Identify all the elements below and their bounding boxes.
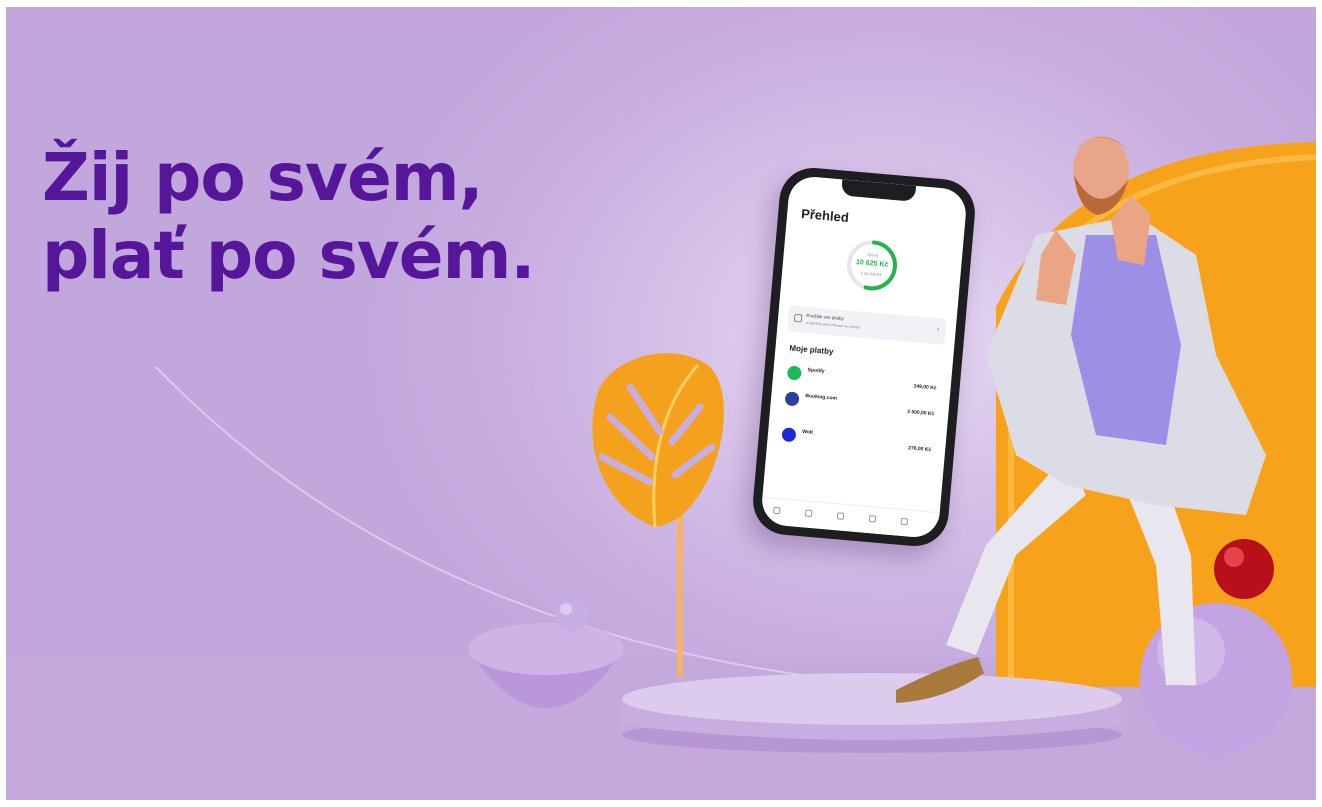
payment-amount: 149,00 Kč — [913, 383, 937, 392]
phone-mockup: Přehled Zbývá 10 625 Kč z 20 000 Kč Použ… — [750, 165, 978, 549]
promo-title: Použijte své platby — [806, 312, 845, 322]
wolt-icon — [781, 427, 797, 443]
balance-ring: Zbývá 10 625 Kč z 20 000 Kč — [843, 236, 902, 295]
booking-icon — [784, 391, 800, 407]
phone-notch — [840, 179, 917, 202]
payments-section-title: Moje platby — [789, 343, 834, 357]
more-icon[interactable] — [900, 517, 909, 526]
bottom-nav — [760, 496, 940, 540]
bag-icon[interactable] — [868, 515, 877, 523]
payment-name: Spotify — [807, 367, 825, 375]
payment-name: Wolt — [801, 428, 814, 436]
list-item[interactable]: Wolt 276,00 Kč — [777, 425, 936, 463]
phone-screen: Přehled Zbývá 10 625 Kč z 20 000 Kč Použ… — [760, 174, 968, 540]
card-icon[interactable] — [836, 512, 845, 520]
payment-amount: 3 500,00 Kč — [906, 408, 935, 418]
spotify-icon — [786, 365, 802, 381]
hero-banner: Žij po svém, plať po svém. Přehled Zbývá… — [6, 7, 1316, 800]
promo-card[interactable]: Použijte své platby a všechny další info… — [786, 305, 947, 345]
promo-subtitle: a všechny další inforace na kartách — [805, 320, 861, 330]
payment-name: Booking.com — [805, 393, 838, 402]
headline-line-1: Žij po svém, — [42, 139, 484, 216]
payment-amount: 276,00 Kč — [907, 445, 932, 454]
overview-title: Přehled — [800, 206, 850, 226]
headline-line-2: plať po svém. — [42, 217, 535, 294]
card-icon — [793, 313, 803, 323]
headline: Žij po svém, plať po svém. — [42, 139, 535, 295]
chevron-right-icon: › — [936, 324, 941, 334]
wallet-icon[interactable] — [804, 509, 813, 518]
home-icon[interactable] — [772, 506, 781, 515]
monstera-leaf-icon — [592, 353, 724, 528]
small-sphere — [555, 598, 589, 632]
